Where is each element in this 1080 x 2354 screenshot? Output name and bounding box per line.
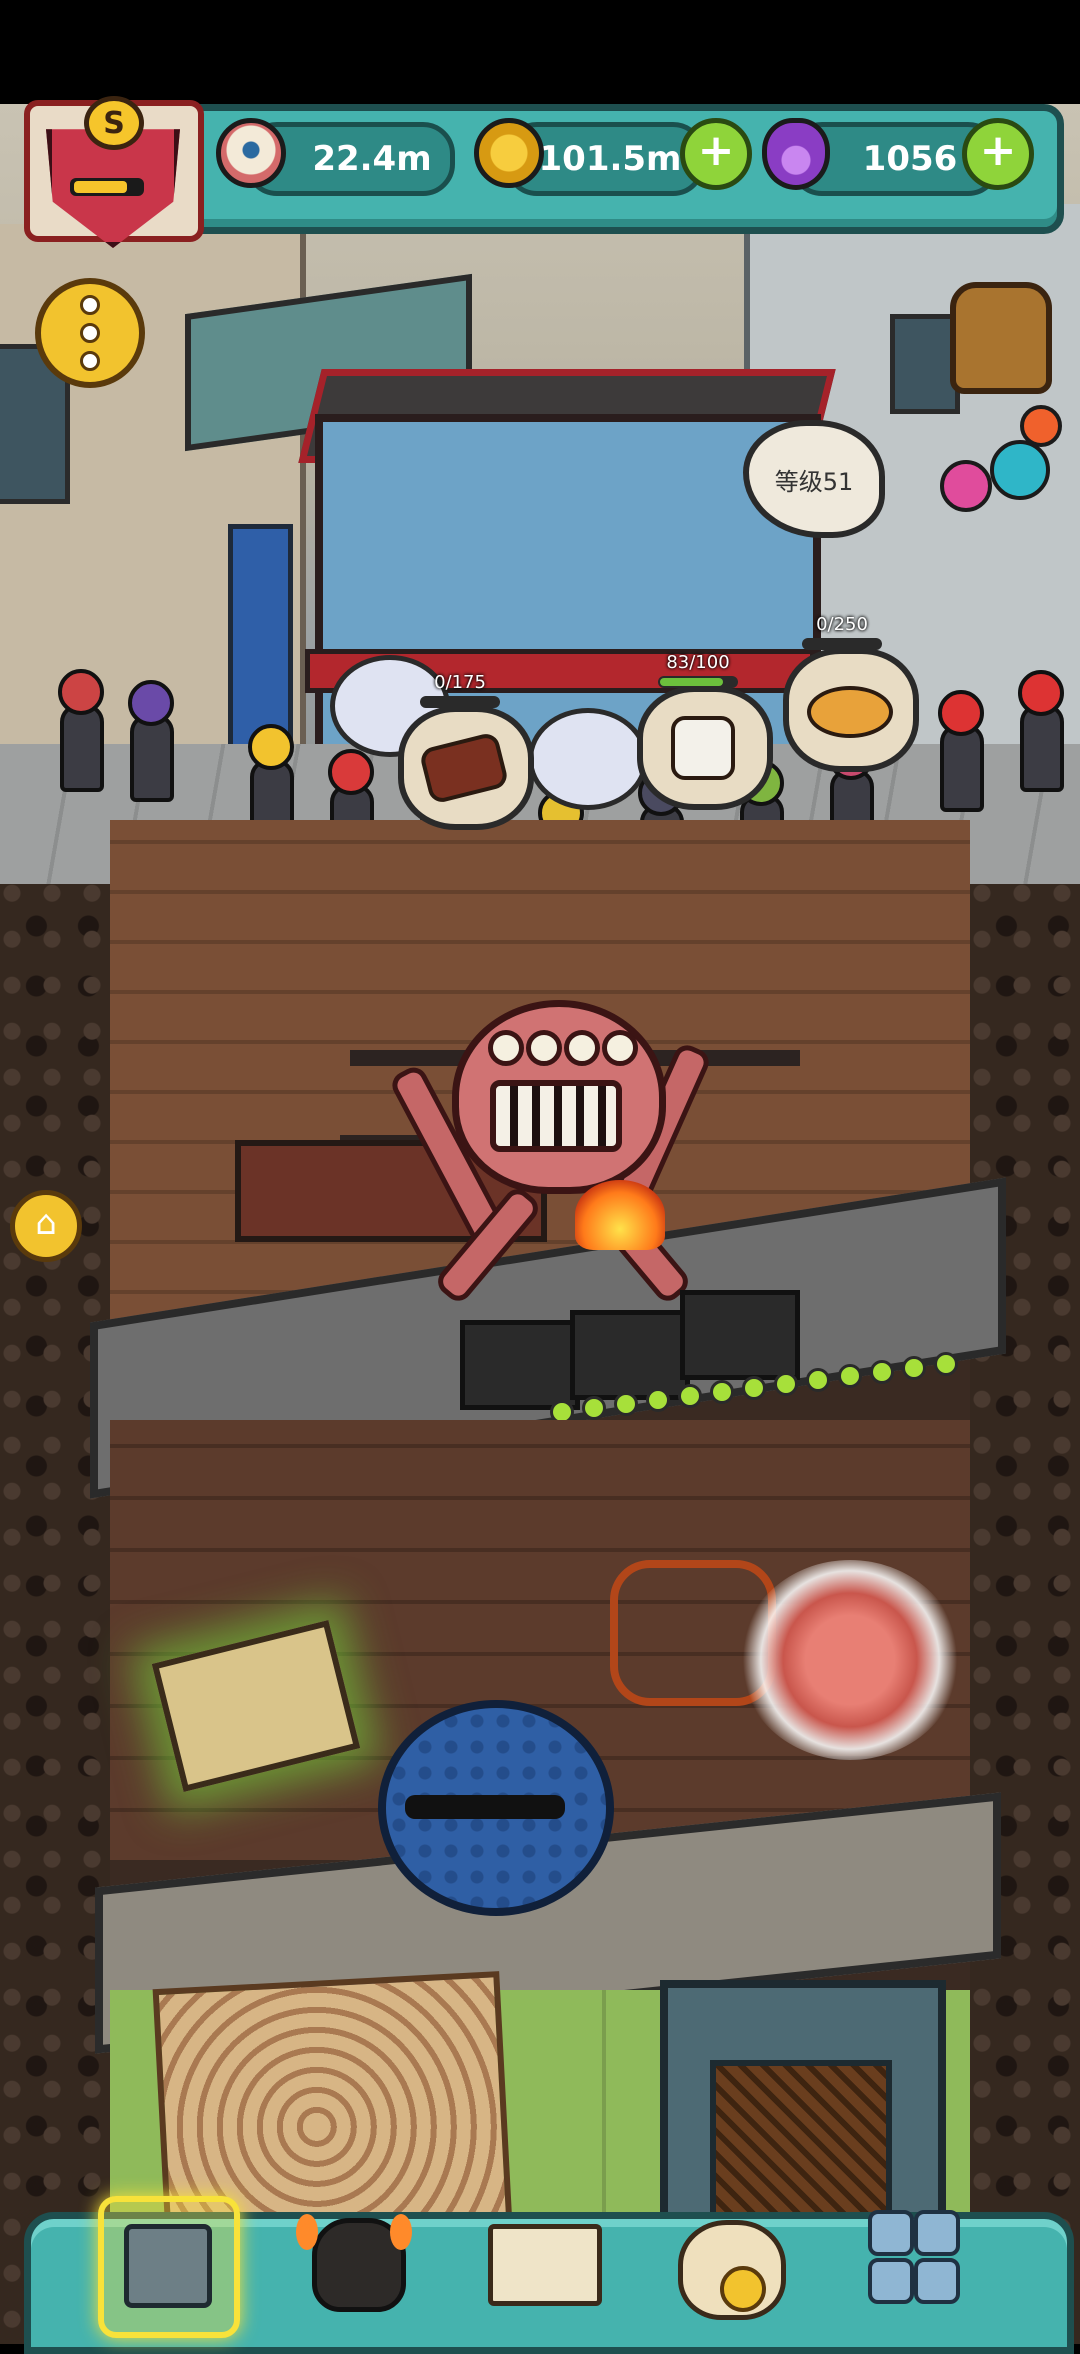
grid-cell	[914, 2210, 960, 2256]
order-bubble[interactable]	[783, 648, 919, 772]
order-count: 0/250	[816, 614, 868, 635]
home-button[interactable]: ⌂	[10, 1190, 82, 1262]
customer-head	[1018, 670, 1064, 716]
potions-value: 1056	[862, 139, 958, 179]
indicator-light	[614, 1392, 638, 1416]
backpack-button[interactable]	[950, 282, 1052, 394]
stove	[570, 1310, 690, 1400]
customer-head	[938, 690, 984, 736]
restaurant-tab[interactable]	[98, 2196, 240, 2338]
indicator-light	[678, 1384, 702, 1408]
progress-lights	[550, 1352, 980, 1424]
shop-icon	[124, 2224, 212, 2308]
eye-orb-icon[interactable]	[990, 440, 1050, 500]
customer	[60, 704, 104, 792]
indicator-light	[710, 1380, 734, 1404]
order-count: 83/100	[666, 652, 730, 673]
add-coins-button[interactable]: +	[680, 118, 752, 190]
coin-icon	[720, 2266, 766, 2312]
octopus-eye	[602, 1030, 638, 1066]
customer-head	[128, 680, 174, 726]
order-count: 0/175	[434, 672, 486, 693]
customer-thought-bubble	[528, 708, 648, 810]
order-progress-fill	[660, 678, 723, 686]
more-tab[interactable]	[858, 2196, 988, 2326]
rock-wall-right	[970, 884, 1080, 2344]
portal-vortex[interactable]	[740, 1560, 960, 1760]
indicator-light	[742, 1376, 766, 1400]
curry-plate-icon	[807, 686, 893, 738]
indicator-light	[774, 1372, 798, 1396]
customer	[940, 724, 984, 812]
order-bubble[interactable]	[637, 686, 773, 810]
octopus-eye	[488, 1030, 524, 1066]
customer	[130, 714, 174, 802]
book-icon	[488, 2224, 602, 2306]
orb-icon[interactable]	[940, 460, 992, 512]
monster-tab[interactable]	[290, 2196, 420, 2326]
indicator-light	[582, 1396, 606, 1420]
purple-potion-icon	[762, 118, 830, 190]
more-options-icon	[80, 323, 100, 343]
eyeball-icon	[216, 118, 286, 188]
eyes-value: 22.4m	[312, 139, 432, 179]
recipe-book-tab[interactable]	[476, 2196, 606, 2326]
octopus-eye	[526, 1030, 562, 1066]
gold-coin-icon	[474, 118, 544, 188]
more-options-icon	[80, 351, 100, 371]
rock-wall-left	[0, 884, 110, 2344]
indicator-light	[902, 1356, 926, 1380]
flame-icon	[390, 2214, 412, 2250]
add-potions-button[interactable]: +	[962, 118, 1034, 190]
more-options-icon	[80, 295, 100, 315]
indicator-light	[646, 1388, 670, 1412]
octopus-eye	[564, 1030, 600, 1066]
indicator-light	[870, 1360, 894, 1384]
indicator-light	[838, 1364, 862, 1388]
stove-fire	[575, 1180, 665, 1250]
grid-cell	[914, 2258, 960, 2304]
customer-head	[248, 724, 294, 770]
more-options-button[interactable]	[35, 278, 145, 388]
money-bag-tab[interactable]	[664, 2196, 794, 2326]
rank-letter: S	[84, 96, 144, 150]
indicator-light	[934, 1352, 958, 1376]
flame-icon	[296, 2214, 318, 2250]
grid-cell	[868, 2210, 914, 2256]
customer-head	[328, 749, 374, 795]
monster-mouth	[405, 1795, 565, 1819]
customer	[1020, 704, 1064, 792]
customer-head	[58, 669, 104, 715]
status-bar	[0, 0, 1080, 104]
fire-orb-icon[interactable]	[1020, 405, 1062, 447]
grilled-steak-icon	[418, 731, 510, 805]
grid-cell	[868, 2258, 914, 2304]
order-bubble[interactable]	[398, 706, 534, 830]
indicator-light	[806, 1368, 830, 1392]
home-icon: ⌂	[35, 1203, 57, 1243]
stove	[680, 1290, 800, 1380]
level-label: 等级51	[774, 467, 854, 496]
octopus-mouth	[490, 1080, 622, 1152]
rank-progress-fill	[74, 181, 127, 193]
rice-ball-icon	[671, 716, 735, 780]
coins-value: 101.5m	[538, 139, 682, 179]
